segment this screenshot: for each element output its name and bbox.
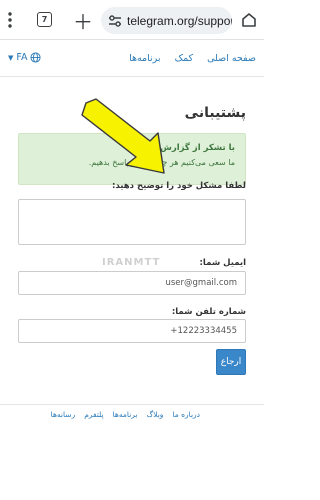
submit-button[interactable]: ارجاع (216, 349, 246, 375)
footer-link-about[interactable]: درباره ما (172, 410, 200, 419)
footer-link-blog[interactable]: وبلاگ (147, 410, 164, 419)
page-title: پشتیبانی (184, 105, 246, 121)
footer-link-apps[interactable]: برنامه‌ها (113, 410, 138, 419)
nav-link-apps[interactable]: برنامه‌ها (129, 53, 161, 64)
nav-links: صفحه اصلی کمک برنامه‌ها (129, 53, 256, 64)
url-text[interactable]: telegram.org/support (127, 14, 232, 28)
footer: درباره ما وبلاگ برنامه‌ها پلتفرم رسانه‌ه… (0, 404, 264, 432)
footer-link-press[interactable]: رسانه‌ها (51, 410, 76, 419)
annotation-arrow-icon (81, 98, 165, 174)
phone-field[interactable]: +12223334455 (18, 319, 246, 343)
problem-label: لطفا مشکل خود را توضیح دهید: (111, 181, 246, 191)
more-vert-icon[interactable] (4, 10, 16, 30)
watermark: IRANMTT (102, 257, 161, 268)
email-label: ایمیل شما: (199, 258, 246, 268)
caret-down-icon: ▼ (8, 53, 14, 62)
site-navigation: ▼ FA صفحه اصلی کمک برنامه‌ها (0, 40, 264, 77)
language-selector[interactable]: ▼ FA (8, 52, 42, 63)
new-tab-plus-icon[interactable]: ＋ (73, 10, 93, 34)
problem-textarea[interactable] (18, 199, 246, 245)
tab-switcher-button[interactable]: 7 (37, 12, 52, 27)
browser-toolbar: 7 ＋ telegram.org/support (0, 0, 264, 40)
nav-link-faq[interactable]: کمک (175, 53, 194, 64)
nav-link-home[interactable]: صفحه اصلی (207, 53, 256, 64)
home-icon[interactable] (240, 10, 258, 30)
globe-icon (30, 52, 42, 63)
footer-link-platform[interactable]: پلتفرم (84, 410, 103, 419)
email-field[interactable]: user@gmail.com (18, 271, 246, 295)
address-bar[interactable]: telegram.org/support (101, 7, 232, 34)
site-settings-icon[interactable] (108, 14, 122, 27)
phone-label: شماره تلفن شما: (171, 307, 246, 317)
footer-links: درباره ما وبلاگ برنامه‌ها پلتفرم رسانه‌ه… (51, 410, 200, 419)
language-code: FA (16, 52, 28, 63)
